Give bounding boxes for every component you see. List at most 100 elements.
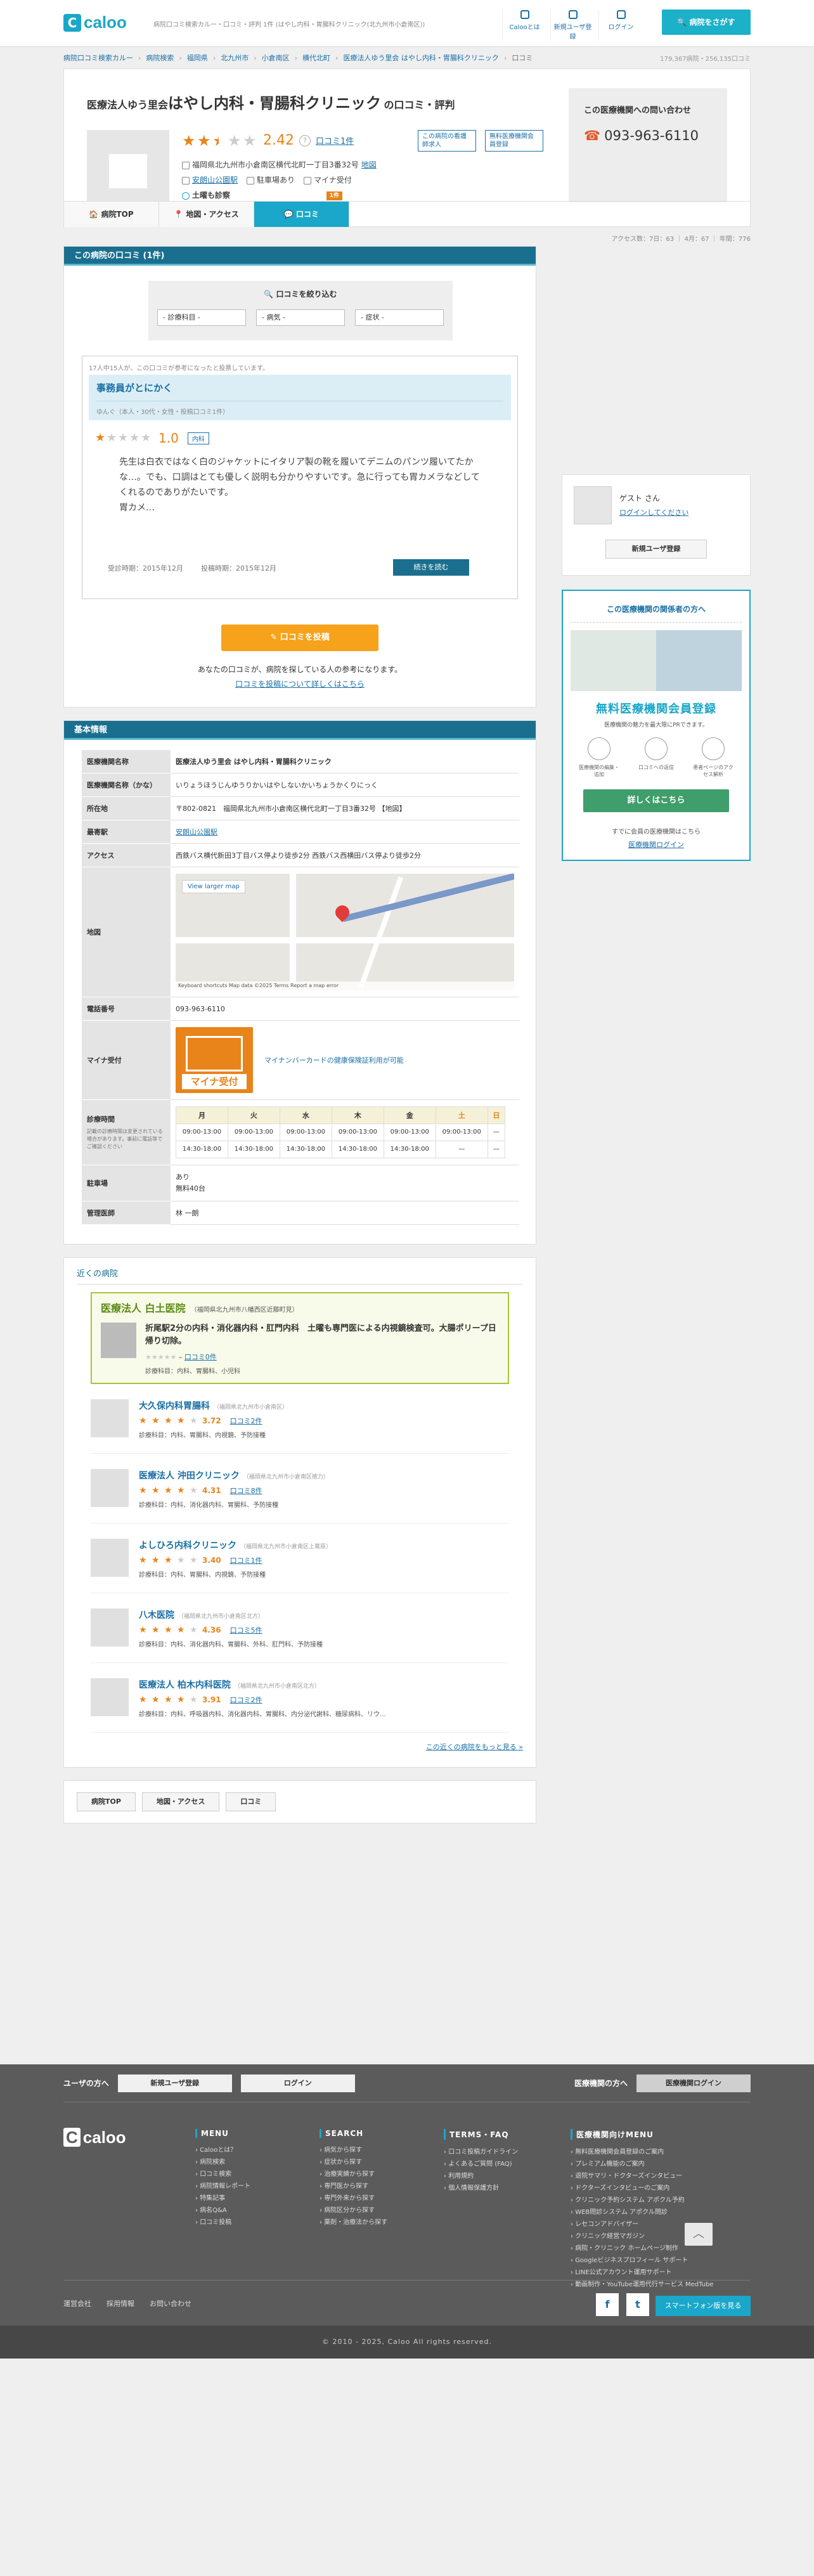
- footer-logo[interactable]: Ccaloo: [63, 2128, 126, 2147]
- hours-note: 記載の診療時間は変更されている場合があります。事前に電話等でご確認ください: [87, 1129, 163, 1149]
- footer-menu-item[interactable]: › 特集記事: [195, 2192, 250, 2204]
- nav-register[interactable]: 新規ユーザ登録: [550, 10, 595, 41]
- table-row: 地図 View larger map Keyboard shortcuts Ma…: [82, 867, 519, 997]
- nav-about[interactable]: Calooとは: [502, 10, 546, 41]
- nurse-jobs-button[interactable]: この病院の看護師求人: [418, 130, 476, 152]
- free-registration-button[interactable]: 無料医療機関会員登録: [485, 130, 543, 152]
- tab-reviews[interactable]: 1件 💬 口コミ: [254, 191, 349, 227]
- footer-login-button[interactable]: ログイン: [240, 2074, 355, 2092]
- help-icon[interactable]: ?: [299, 134, 311, 146]
- clinic-tabs: 🏠 病院TOP 📍 地図・アクセス 1件 💬 口コミ: [64, 191, 750, 227]
- bottom-tab-top[interactable]: 病院TOP: [77, 1792, 136, 1811]
- tab-hospital-top[interactable]: 🏠 病院TOP: [64, 202, 159, 227]
- footer-menu-item[interactable]: › LINE公式アカウント運用サポート: [571, 2267, 714, 2279]
- twitter-icon[interactable]: t: [626, 2293, 649, 2316]
- footer-menu-item[interactable]: › プレミアム機能のご案内: [571, 2158, 714, 2170]
- footer-menu-item[interactable]: › 個人情報保護方針: [444, 2182, 518, 2194]
- feat-reviews-link[interactable]: 口コミ0件: [184, 1353, 217, 1361]
- post-info-link[interactable]: 口コミを投稿について詳しくはこちら: [235, 680, 365, 689]
- footer-medical-login-button[interactable]: 医療機関ログイン: [636, 2074, 751, 2092]
- footer-menu-item[interactable]: › 症状から探す: [320, 2156, 387, 2168]
- footer-menu-item[interactable]: › WEB問診システム アポクル問診: [571, 2206, 714, 2218]
- footer-menu-item[interactable]: › 病名Q&A: [195, 2204, 250, 2217]
- breadcrumb-item[interactable]: 病院口コミ検索カルー: [63, 53, 133, 63]
- contact-title: この医療機関への問い合わせ: [584, 106, 692, 115]
- list-item[interactable]: 医療法人 沖田クリニック （福岡県北九州市小倉南区徳力） ★ ★ ★ ★ ★ 4.31 口コミ8…: [91, 1469, 509, 1524]
- bottom-tab-access[interactable]: 地図・アクセス: [141, 1792, 220, 1811]
- list-item[interactable]: 八木医院 （福岡県北九州市小倉南区北方） ★ ★ ★ ★ ★ 4.36 口コミ5件 診療科目：内科…: [91, 1608, 509, 1663]
- breadcrumb-item[interactable]: 北九州市: [221, 53, 249, 63]
- footer-menu-item[interactable]: › 病院情報レポート: [195, 2180, 250, 2192]
- promo-details-button[interactable]: 詳しくはこちら: [583, 789, 729, 812]
- bottom-tab-reviews[interactable]: 口コミ: [226, 1792, 276, 1811]
- mynumber-link[interactable]: マイナンバーカードの健康保険証利用が可能: [264, 1055, 404, 1065]
- footer-menu-item[interactable]: › 病気から探す: [320, 2144, 387, 2156]
- breadcrumb-item[interactable]: 小倉南区: [262, 53, 290, 63]
- footer-link[interactable]: 運営会社: [63, 2298, 91, 2308]
- search-hospital-button[interactable]: 🔍 病院をさがす: [662, 10, 751, 35]
- breadcrumb-item[interactable]: 病院検索: [146, 53, 174, 63]
- footer-menu-item[interactable]: › 退院サマリ・ドクターズインタビュー: [571, 2170, 714, 2182]
- medical-login-link[interactable]: 医療機関ログイン: [628, 841, 684, 849]
- disease-select[interactable]: - 病気 -: [256, 309, 345, 326]
- footer-register-button[interactable]: 新規ユーザ登録: [117, 2074, 232, 2092]
- footer-menu-item[interactable]: › 病院区分から探す: [320, 2204, 387, 2217]
- featured-clinic[interactable]: 医療法人 白土医院 （福岡県北九州市八幡西区近藤町見） 折尾駅2分の内科・消化器内…: [91, 1292, 509, 1384]
- footer-menu-item[interactable]: › Googleビジネスプロフィール サポート: [571, 2255, 714, 2267]
- reviews-count-link[interactable]: 口コミ1件: [316, 134, 354, 146]
- department-select[interactable]: - 診療科目 -: [157, 309, 246, 326]
- nav-login[interactable]: ログイン: [598, 10, 643, 41]
- phone-value[interactable]: 093-963-6110: [171, 997, 519, 1021]
- smartphone-version-button[interactable]: スマートフォン版を見る: [656, 2296, 751, 2316]
- star-icon: ★: [129, 431, 140, 444]
- clinic-reviews-link[interactable]: 口コミ1件: [230, 1555, 262, 1565]
- footer-menu-item[interactable]: › 薬剤・治療法から探す: [320, 2217, 387, 2229]
- footer-menu-item[interactable]: › 治療実績から探す: [320, 2168, 387, 2180]
- login-link[interactable]: ログインしてください: [619, 508, 688, 517]
- footer-menu-item[interactable]: › 専門医から探す: [320, 2180, 387, 2192]
- clinic-reviews-link[interactable]: 口コミ2件: [230, 1695, 262, 1705]
- breadcrumb-item[interactable]: 横代北町: [302, 53, 330, 63]
- review-dept-tag[interactable]: 内科: [187, 432, 209, 444]
- tab-access[interactable]: 📍 地図・アクセス: [159, 202, 254, 227]
- list-item[interactable]: 大久保内科胃腸科 （福岡県北九州市小倉南区） ★ ★ ★ ★ ★ 3.72 口コミ2件 診療科目：…: [91, 1399, 509, 1454]
- footer-menu-item[interactable]: › 利用規約: [444, 2170, 518, 2182]
- google-map[interactable]: View larger map Keyboard shortcuts Map d…: [176, 874, 514, 990]
- clinic-reviews-link[interactable]: 口コミ2件: [230, 1416, 262, 1426]
- star-icon: ★: [190, 1555, 198, 1565]
- footer-menu-item[interactable]: › 口コミ投稿: [195, 2217, 250, 2229]
- star-icon: ★: [141, 431, 152, 444]
- footer-menu-item[interactable]: › 専門外来から探す: [320, 2192, 387, 2204]
- symptom-select[interactable]: - 症状 -: [355, 309, 444, 326]
- footer-menu-item[interactable]: › Calooとは？: [195, 2144, 250, 2156]
- station-link[interactable]: 安朗山公園駅: [176, 828, 217, 836]
- footer-link[interactable]: 採用情報: [107, 2298, 134, 2308]
- more-nearby-link[interactable]: この近くの病院をもっと見る »: [426, 1743, 523, 1751]
- footer-link[interactable]: お問い合わせ: [150, 2298, 191, 2308]
- list-item[interactable]: よしひろ内科クリニック （福岡県北九州市小倉南区上葛原） ★ ★ ★ ★ ★ 3.40 口コミ1…: [91, 1539, 509, 1593]
- footer-menu-item[interactable]: › 病院検索: [195, 2156, 250, 2168]
- facebook-icon[interactable]: f: [596, 2293, 619, 2316]
- contact-phone[interactable]: ☎ 093-963-6110: [584, 128, 712, 143]
- footer-menu-item[interactable]: › よくあるご質問 (FAQ): [444, 2158, 518, 2170]
- footer-menu-item[interactable]: › 無料医療機関会員登録のご案内: [571, 2146, 714, 2158]
- review-title[interactable]: 事務員がとにかく: [96, 381, 503, 394]
- list-item[interactable]: 医療法人 柏木内科医院 （福岡県北九州市小倉南区北方） ★ ★ ★ ★ ★ 3.91 口コミ2件…: [91, 1678, 509, 1733]
- station-link[interactable]: 安朗山公園駅: [192, 176, 238, 184]
- view-larger-map-link[interactable]: View larger map: [182, 880, 245, 893]
- footer-menu-item[interactable]: › 口コミ検索: [195, 2168, 250, 2180]
- read-more-button[interactable]: 続きを読む: [393, 559, 469, 576]
- register-button[interactable]: 新規ユーザ登録: [605, 540, 707, 559]
- breadcrumb-item[interactable]: 医療法人ゆう里会 はやし内科・胃腸科クリニック: [343, 53, 499, 63]
- clinic-reviews-link[interactable]: 口コミ5件: [230, 1625, 262, 1635]
- clinic-reviews-link[interactable]: 口コミ8件: [230, 1485, 262, 1496]
- footer-menu-item[interactable]: › ドクターズインタビューのご案内: [571, 2182, 714, 2194]
- breadcrumb-item[interactable]: 福岡県: [187, 53, 208, 63]
- footer-menu-item[interactable]: › 口コミ投稿ガイドライン: [444, 2146, 518, 2158]
- map-link[interactable]: 地図: [361, 160, 377, 169]
- site-logo[interactable]: Ccaloo: [63, 13, 127, 32]
- footer-menu-item[interactable]: › クリニック予約システム アポクル予約: [571, 2194, 714, 2206]
- scroll-top-button[interactable]: ︿: [685, 2223, 713, 2246]
- star-icon: ★: [228, 131, 242, 150]
- post-review-button[interactable]: ✎ 口コミを投稿: [221, 625, 378, 651]
